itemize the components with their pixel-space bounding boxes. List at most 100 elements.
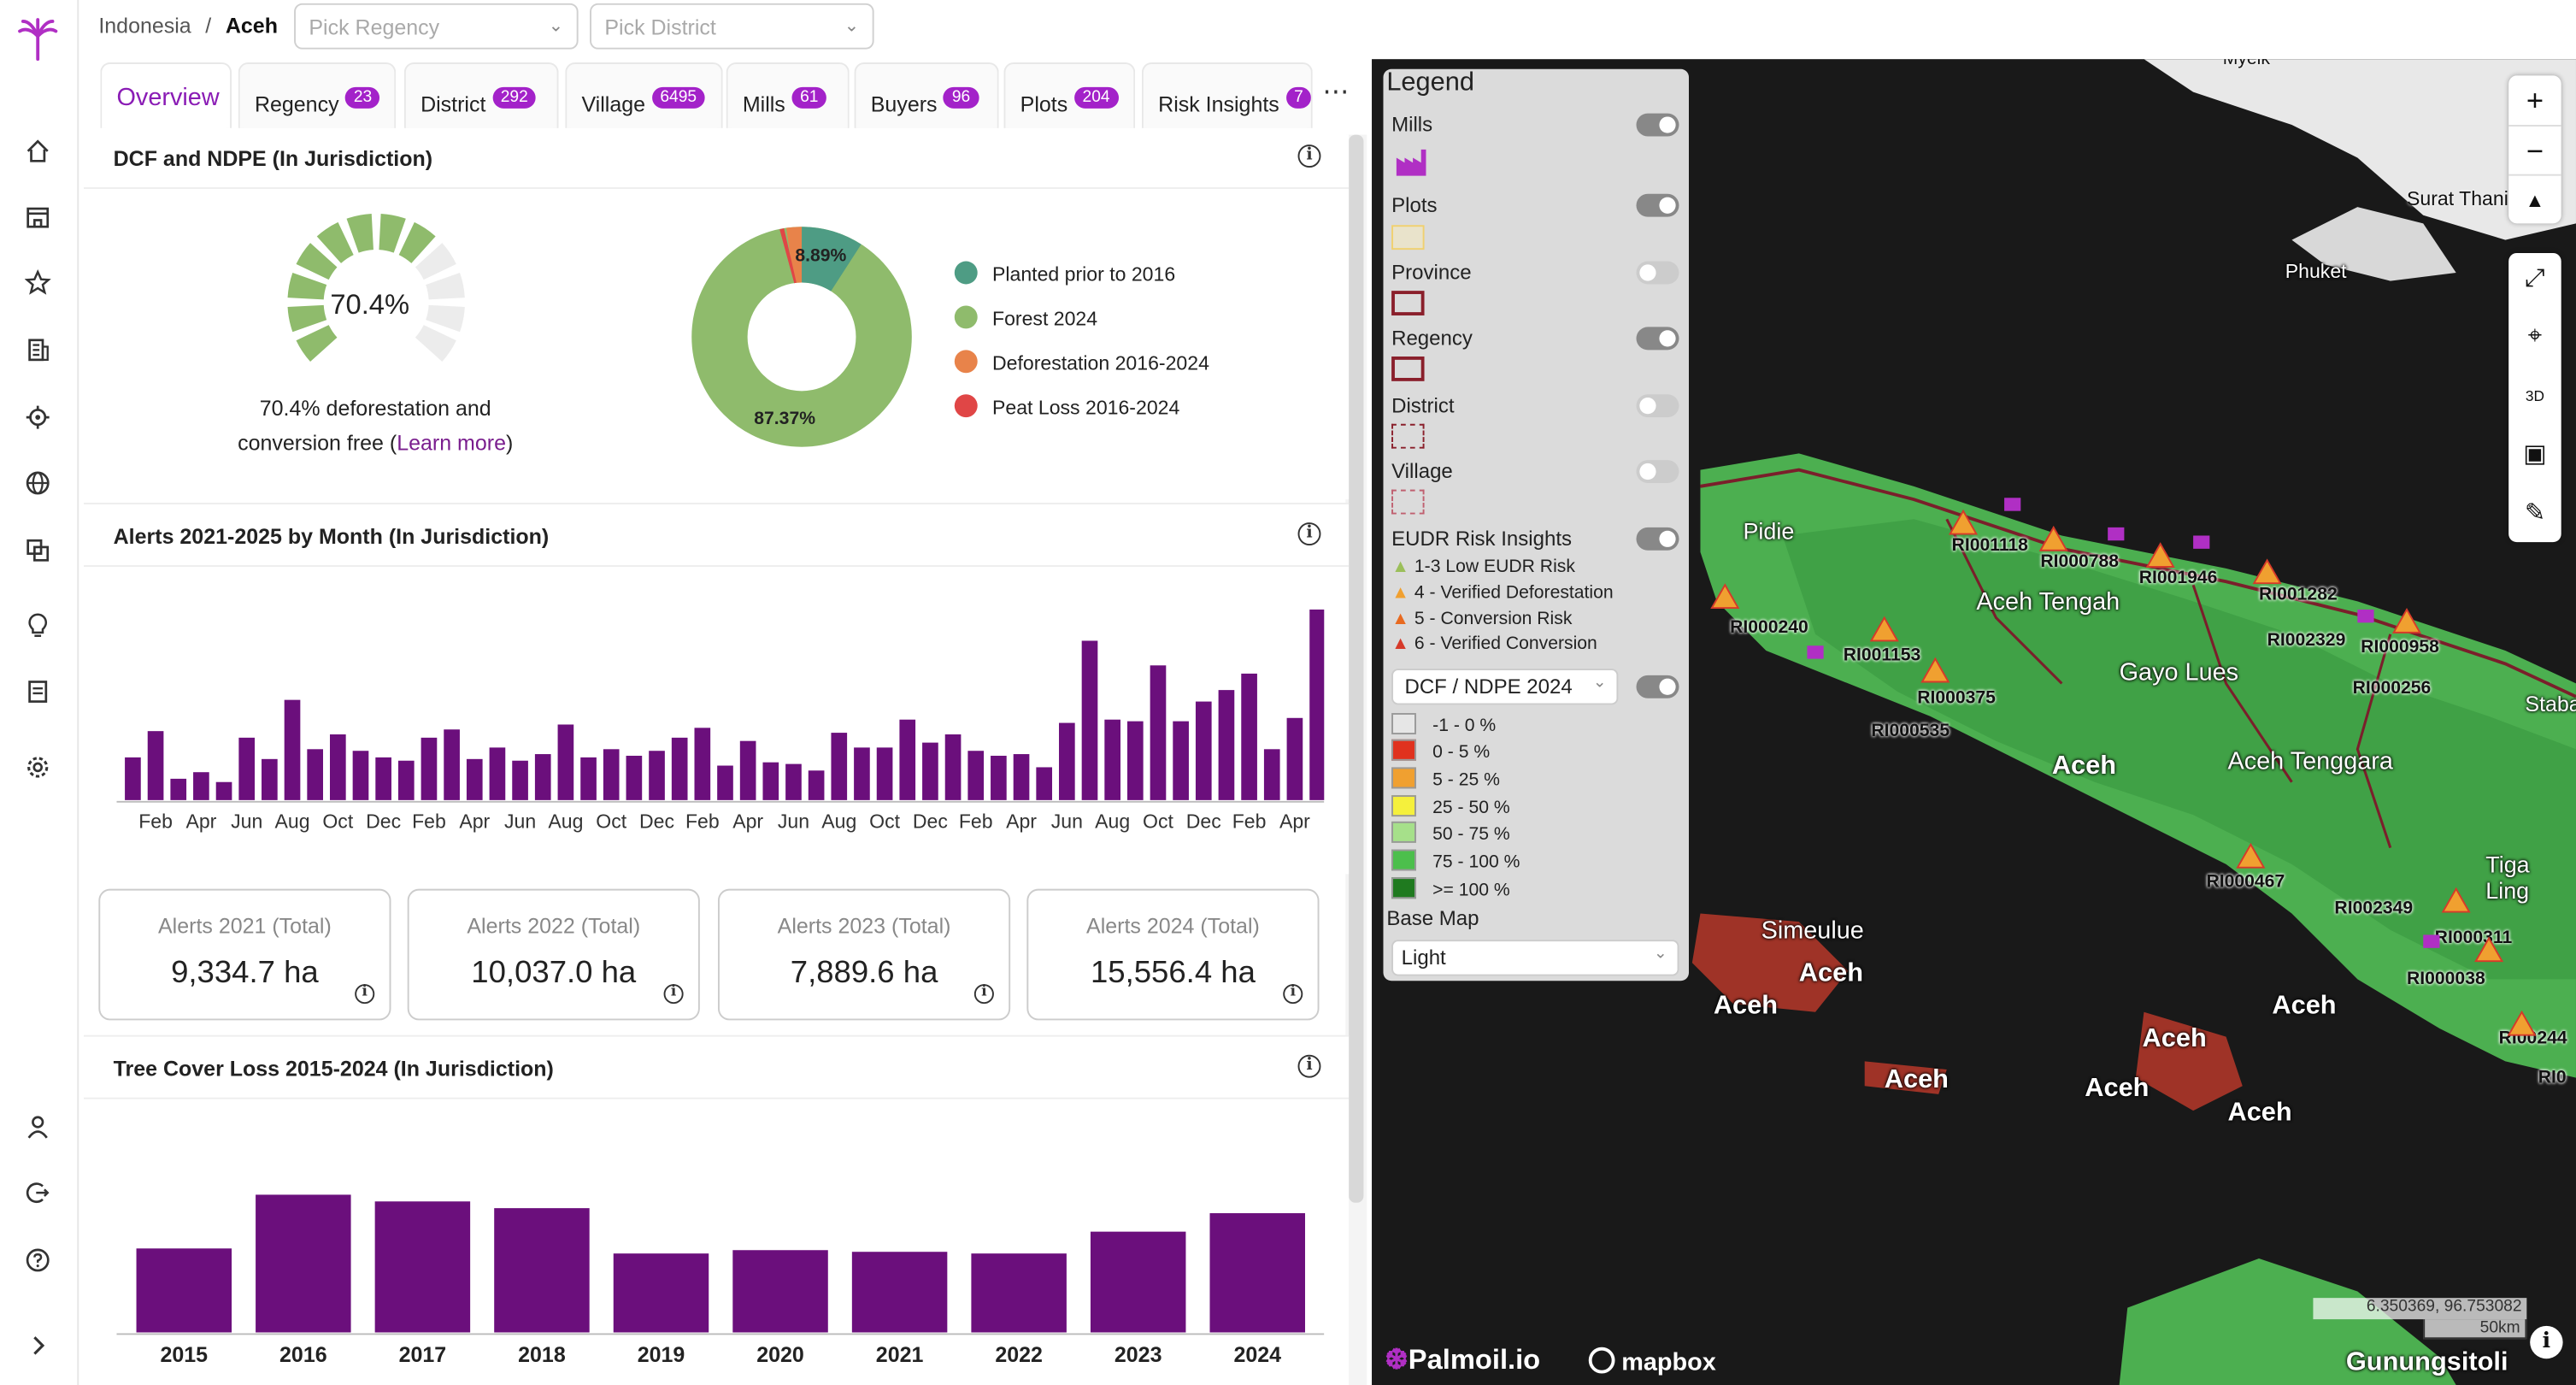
- globe-icon[interactable]: [20, 465, 56, 501]
- brand-logo[interactable]: ❆Palmoil.io: [1385, 1344, 1540, 1376]
- alerts-bar[interactable]: [444, 729, 460, 800]
- alerts-bar[interactable]: [534, 754, 551, 800]
- plot-id-label[interactable]: RI000240: [1730, 618, 1808, 638]
- alerts-bar[interactable]: [899, 719, 916, 800]
- plot-id-label[interactable]: RI000038: [2407, 970, 2485, 989]
- toggle-plots[interactable]: [1636, 193, 1679, 217]
- tree-cover-loss-bar[interactable]: [971, 1253, 1067, 1333]
- user-icon[interactable]: [20, 1109, 56, 1145]
- info-icon[interactable]: i: [1297, 1054, 1321, 1078]
- toggle-province[interactable]: [1636, 261, 1679, 285]
- plot-id-label[interactable]: RI001118: [1952, 535, 2028, 555]
- tree-cover-loss-bar[interactable]: [851, 1252, 948, 1333]
- layers-copy-icon[interactable]: [20, 533, 56, 569]
- expand-sidebar-icon[interactable]: [20, 1328, 56, 1364]
- alerts-bar[interactable]: [375, 757, 391, 800]
- regency-select[interactable]: Pick Regency ⌄: [294, 3, 579, 50]
- alerts-bar[interactable]: [1036, 767, 1053, 800]
- tab-overview[interactable]: Overview: [100, 62, 232, 128]
- gear-icon[interactable]: [20, 749, 56, 785]
- alerts-bar[interactable]: [1241, 673, 1257, 800]
- logout-icon[interactable]: [20, 1175, 56, 1211]
- alerts-bar[interactable]: [262, 758, 278, 800]
- alerts-bar[interactable]: [421, 737, 438, 800]
- info-icon[interactable]: i: [1297, 144, 1321, 168]
- toggle-eudr[interactable]: [1636, 527, 1679, 551]
- alerts-bar[interactable]: [238, 737, 256, 800]
- plot-id-label[interactable]: RI000788: [2040, 552, 2119, 572]
- alerts-bar[interactable]: [649, 751, 665, 800]
- alerts-bar[interactable]: [854, 747, 870, 800]
- alerts-bar[interactable]: [1195, 701, 1212, 800]
- plot-id-label[interactable]: RI000958: [2361, 638, 2439, 657]
- pencil-icon[interactable]: ✎: [2508, 485, 2561, 542]
- attribution-info-icon[interactable]: i: [2530, 1325, 2563, 1359]
- alerts-bar[interactable]: [762, 762, 779, 800]
- alerts-bar[interactable]: [1218, 690, 1235, 800]
- tab-risk-insights[interactable]: Risk Insights 7: [1141, 62, 1313, 128]
- alerts-bar[interactable]: [922, 742, 938, 800]
- locate-icon[interactable]: ⌖: [2508, 305, 2561, 366]
- alerts-bar[interactable]: [739, 740, 756, 800]
- info-icon[interactable]: i: [1283, 984, 1303, 1005]
- alerts-bar[interactable]: [1059, 722, 1075, 800]
- alerts-bar[interactable]: [1013, 754, 1030, 800]
- palm-logo-icon[interactable]: [15, 16, 61, 62]
- alerts-bar[interactable]: [489, 747, 506, 800]
- plot-id-label[interactable]: RI000256: [2353, 679, 2432, 698]
- alerts-bar[interactable]: [671, 737, 688, 800]
- plot-id-label[interactable]: RI0: [2538, 1068, 2567, 1087]
- alerts-bar[interactable]: [466, 758, 483, 800]
- alerts-bar[interactable]: [512, 760, 528, 800]
- alerts-bar[interactable]: [1104, 719, 1120, 800]
- info-icon[interactable]: i: [973, 984, 994, 1005]
- breadcrumb-country[interactable]: Indonesia: [98, 13, 191, 38]
- alerts-bar[interactable]: [694, 728, 711, 800]
- tab-plots[interactable]: Plots 204: [1003, 62, 1136, 128]
- toggle-regency[interactable]: [1636, 327, 1679, 351]
- alerts-bar[interactable]: [352, 751, 369, 800]
- alerts-bar[interactable]: [307, 749, 324, 800]
- alerts-bar[interactable]: [193, 772, 209, 800]
- ellipsis-icon[interactable]: ⋯: [1322, 75, 1349, 108]
- zoom-out-button[interactable]: −: [2508, 125, 2561, 174]
- alerts-bar[interactable]: [785, 763, 802, 800]
- toggle-dcf[interactable]: [1636, 675, 1679, 698]
- plot-id-label[interactable]: RI001153: [1844, 645, 1921, 665]
- 3d-icon[interactable]: 3D: [2508, 367, 2561, 426]
- alerts-bar[interactable]: [1173, 721, 1189, 800]
- target-icon[interactable]: [20, 399, 56, 435]
- plot-id-label[interactable]: RI002349: [2334, 899, 2413, 918]
- info-icon[interactable]: i: [1297, 522, 1321, 546]
- plot-id-label[interactable]: RI00244: [2499, 1028, 2567, 1048]
- plot-id-label[interactable]: RI000311: [2435, 928, 2513, 948]
- alerts-bar[interactable]: [1263, 749, 1280, 800]
- plot-id-label[interactable]: RI001946: [2139, 569, 2218, 588]
- alerts-bar[interactable]: [626, 755, 643, 800]
- tree-cover-loss-bar[interactable]: [1209, 1213, 1305, 1333]
- alerts-bar[interactable]: [991, 755, 1007, 800]
- alerts-bar[interactable]: [603, 749, 620, 800]
- toggle-district[interactable]: [1636, 394, 1679, 418]
- tree-cover-loss-bar[interactable]: [256, 1194, 351, 1333]
- star-icon[interactable]: [20, 264, 56, 300]
- toggle-mills[interactable]: [1636, 113, 1679, 137]
- plot-id-label[interactable]: RI000535: [1871, 722, 1950, 741]
- tree-cover-loss-bar[interactable]: [613, 1253, 709, 1333]
- tab-mills[interactable]: Mills 61: [726, 62, 850, 128]
- alerts-bar[interactable]: [580, 757, 597, 800]
- alerts-bar[interactable]: [557, 724, 574, 800]
- alerts-bar[interactable]: [215, 781, 232, 800]
- tree-cover-loss-bar[interactable]: [732, 1250, 828, 1333]
- plot-id-label[interactable]: RI000467: [2207, 872, 2285, 892]
- learn-more-link[interactable]: Learn more: [397, 430, 506, 455]
- alerts-bar[interactable]: [876, 747, 893, 800]
- compass-button[interactable]: ▲: [2508, 174, 2561, 224]
- tree-cover-loss-bar[interactable]: [136, 1248, 232, 1333]
- zoom-in-button[interactable]: +: [2508, 75, 2561, 125]
- alerts-bar[interactable]: [284, 699, 301, 800]
- info-icon[interactable]: i: [355, 984, 375, 1005]
- plot-id-label[interactable]: RI000375: [1917, 688, 1996, 708]
- dcf-layer-select[interactable]: DCF / NDPE 2024 ⌄: [1391, 669, 1619, 705]
- alerts-bar[interactable]: [967, 751, 985, 800]
